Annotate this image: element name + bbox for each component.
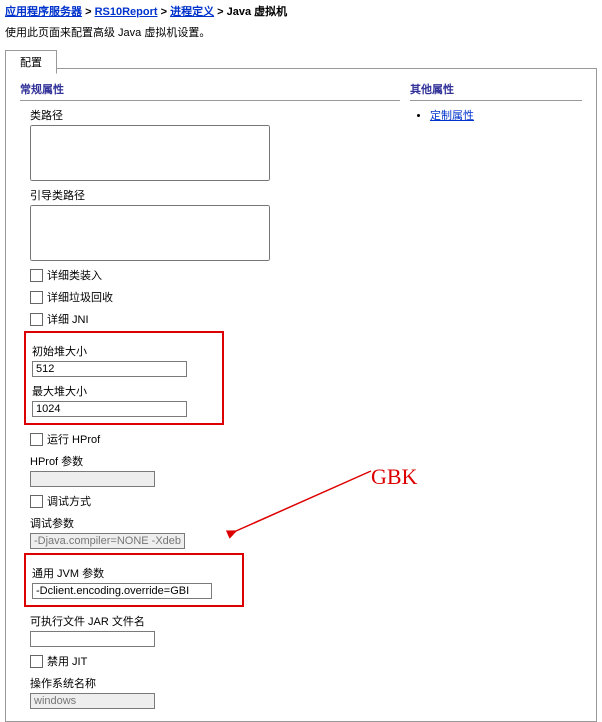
- breadcrumb-current: Java 虚拟机: [227, 6, 288, 18]
- verbose-gc-checkbox[interactable]: [30, 291, 43, 304]
- label-generic-jvm: 通用 JVM 参数: [32, 565, 236, 581]
- label-verbose-gc: 详细垃圾回收: [47, 289, 113, 305]
- breadcrumb: 应用程序服务器 > RS10Report > 进程定义 > Java 虚拟机: [0, 0, 602, 22]
- classpath-input[interactable]: [30, 125, 270, 181]
- max-heap-input[interactable]: [32, 401, 187, 417]
- run-hprof-checkbox[interactable]: [30, 433, 43, 446]
- config-panel: 常规属性 类路径 引导类路径 详细类装入 详细垃圾回收 详细 JNI 初始堆大小…: [5, 69, 597, 722]
- debug-mode-checkbox[interactable]: [30, 495, 43, 508]
- other-props-list: 定制属性: [430, 107, 582, 123]
- link-custom-properties[interactable]: 定制属性: [430, 110, 474, 122]
- label-exec-jar: 可执行文件 JAR 文件名: [30, 613, 400, 629]
- page-description: 使用此页面来配置高级 Java 虚拟机设置。: [0, 22, 602, 46]
- label-verbose-jni: 详细 JNI: [47, 311, 89, 327]
- bootcp-input[interactable]: [30, 205, 270, 261]
- disable-jit-checkbox[interactable]: [30, 655, 43, 668]
- exec-jar-input[interactable]: [30, 631, 155, 647]
- verbose-class-checkbox[interactable]: [30, 269, 43, 282]
- breadcrumb-sep: >: [217, 6, 223, 18]
- os-name-input: [30, 693, 155, 709]
- label-verbose-class: 详细类装入: [47, 267, 102, 283]
- label-max-heap: 最大堆大小: [32, 383, 216, 399]
- breadcrumb-link-rs10report[interactable]: RS10Report: [95, 6, 158, 18]
- label-disable-jit: 禁用 JIT: [47, 653, 87, 669]
- label-classpath: 类路径: [30, 107, 400, 123]
- section-other: 其他属性: [410, 81, 582, 101]
- hprof-args-input: [30, 471, 155, 487]
- heap-highlight-box: 初始堆大小 最大堆大小: [24, 331, 224, 425]
- breadcrumb-sep: >: [161, 6, 167, 18]
- annotation-gbk: GBK: [371, 464, 417, 490]
- init-heap-input[interactable]: [32, 361, 187, 377]
- breadcrumb-link-processdef[interactable]: 进程定义: [170, 6, 214, 18]
- verbose-jni-checkbox[interactable]: [30, 313, 43, 326]
- generic-jvm-input[interactable]: [32, 583, 212, 599]
- label-os-name: 操作系统名称: [30, 675, 400, 691]
- jvm-args-highlight-box: 通用 JVM 参数: [24, 553, 244, 607]
- breadcrumb-link-appserver[interactable]: 应用程序服务器: [5, 6, 82, 18]
- tab-strip: 配置: [5, 49, 597, 69]
- breadcrumb-sep: >: [85, 6, 91, 18]
- label-run-hprof: 运行 HProf: [47, 431, 100, 447]
- label-hprof-args: HProf 参数: [30, 453, 400, 469]
- label-bootcp: 引导类路径: [30, 187, 400, 203]
- label-debug-mode: 调试方式: [47, 493, 91, 509]
- section-general: 常规属性: [20, 81, 400, 101]
- debug-args-input: [30, 533, 185, 549]
- label-init-heap: 初始堆大小: [32, 343, 216, 359]
- label-debug-args: 调试参数: [30, 515, 400, 531]
